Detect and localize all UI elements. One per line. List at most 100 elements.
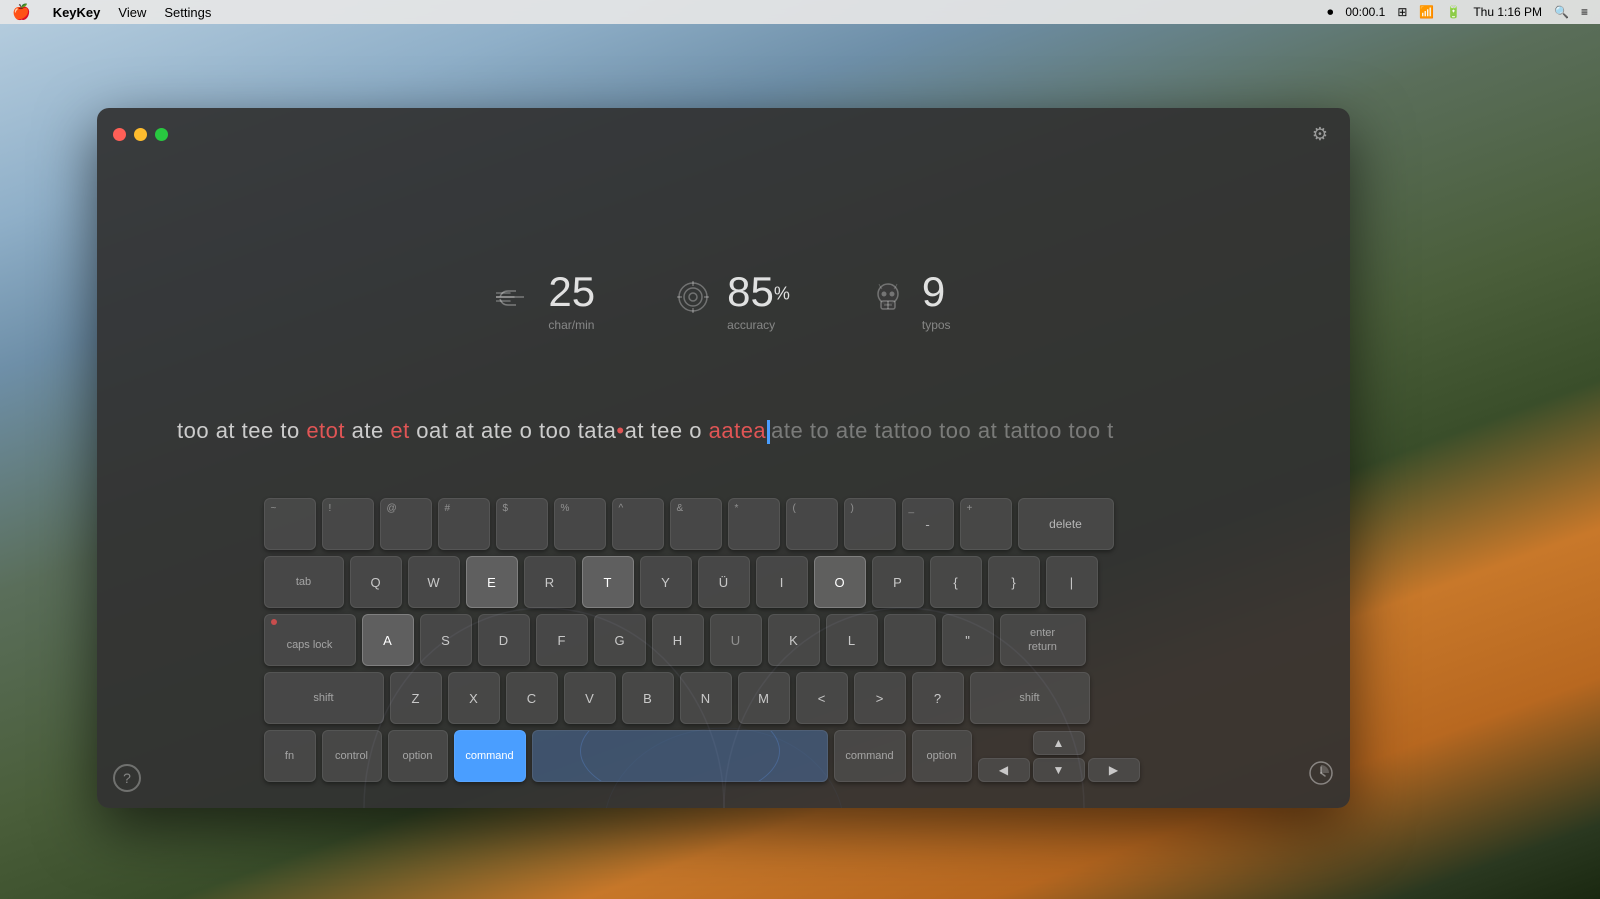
key-semicolon[interactable] [884,614,936,666]
key-shift-left[interactable]: shift [264,672,384,724]
key-enter[interactable]: enter return [1000,614,1086,666]
menu-view[interactable]: View [118,5,146,20]
key-q[interactable]: Q [350,556,402,608]
key-command-left[interactable]: command [454,730,526,782]
key-o[interactable]: O [814,556,866,608]
key-option-right[interactable]: option [912,730,972,782]
key-l[interactable]: L [826,614,878,666]
key-arrow-up[interactable]: ▲ [1033,731,1085,755]
qwerty-row: tab Q W E R T Y Ü I O P { } | [264,556,1184,608]
timer-display: 00:00.1 [1345,5,1385,19]
battery-icon: 🔋 [1446,5,1461,19]
maximize-button[interactable] [155,128,168,141]
key-y[interactable]: Y [640,556,692,608]
key-fn[interactable]: fn [264,730,316,782]
key-v[interactable]: V [564,672,616,724]
key-a[interactable]: A [362,614,414,666]
key-tab[interactable]: tab [264,556,344,608]
key-equals[interactable]: + [960,498,1012,550]
typos-value: 9 [922,268,951,316]
key-z[interactable]: Z [390,672,442,724]
key-lbracket[interactable]: { [930,556,982,608]
app-window: ⚙ 25 char/min [97,108,1350,808]
help-button[interactable]: ? [113,764,141,792]
close-button[interactable] [113,128,126,141]
typos-stat: 9 typos [870,268,951,332]
list-icon[interactable]: ≡ [1581,5,1588,19]
record-icon: ⏺ [1327,5,1333,20]
key-i[interactable]: I [756,556,808,608]
key-space[interactable] [532,730,828,782]
key-period[interactable]: > [854,672,906,724]
asdf-row: caps lock A S D F G H U K L " enter retu… [264,614,1184,666]
key-2[interactable]: @ [380,498,432,550]
key-0[interactable]: ) [844,498,896,550]
key-arrow-left[interactable]: ◀ [978,758,1030,782]
typos-label: typos [922,318,951,332]
key-tilde[interactable]: ~ [264,498,316,550]
typos-icon [870,279,906,322]
menu-settings[interactable]: Settings [164,5,211,20]
key-3[interactable]: # [438,498,490,550]
key-command-right[interactable]: command [834,730,906,782]
accuracy-value: 85% [727,268,790,316]
key-d[interactable]: D [478,614,530,666]
key-j[interactable]: U [710,614,762,666]
accuracy-icon [675,279,711,322]
key-arrow-down[interactable]: ▼ [1033,758,1085,782]
accuracy-stat: 85% accuracy [675,268,790,332]
app-name[interactable]: KeyKey [53,5,101,20]
key-shift-right[interactable]: shift [970,672,1090,724]
key-p[interactable]: P [872,556,924,608]
key-b[interactable]: B [622,672,674,724]
stats-area: 25 char/min 85% [97,268,1350,332]
key-delete[interactable]: delete [1018,498,1114,550]
zxcv-row: shift Z X C V B N M < > ? shift [264,672,1184,724]
cursor [767,420,770,444]
key-x[interactable]: X [448,672,500,724]
key-capslock[interactable]: caps lock [264,614,356,666]
number-row: ~ ! @ # $ % ^ & * [264,498,1184,550]
key-h[interactable]: H [652,614,704,666]
key-rbracket[interactable]: } [988,556,1040,608]
key-control[interactable]: control [322,730,382,782]
key-arrow-right[interactable]: ▶ [1088,758,1140,782]
key-slash[interactable]: ? [912,672,964,724]
key-8[interactable]: * [728,498,780,550]
key-9[interactable]: ( [786,498,838,550]
error-text: etot [306,418,345,443]
key-e[interactable]: E [466,556,518,608]
key-4[interactable]: $ [496,498,548,550]
gear-button[interactable]: ⚙ [1306,120,1334,148]
search-icon[interactable]: 🔍 [1554,5,1569,19]
typed-text: too at tee to [177,418,306,443]
datetime-display: Thu 1:16 PM [1473,5,1542,19]
key-option-left[interactable]: option [388,730,448,782]
key-pipe[interactable]: | [1046,556,1098,608]
key-c[interactable]: C [506,672,558,724]
clock-button[interactable] [1308,760,1334,792]
key-t[interactable]: T [582,556,634,608]
key-g[interactable]: G [594,614,646,666]
speed-value: 25 [548,268,595,316]
key-n[interactable]: N [680,672,732,724]
key-k[interactable]: K [768,614,820,666]
key-quote[interactable]: " [942,614,994,666]
minimize-button[interactable] [134,128,147,141]
apple-menu[interactable]: 🍎 [12,3,31,21]
key-5[interactable]: % [554,498,606,550]
key-1[interactable]: ! [322,498,374,550]
key-r[interactable]: R [524,556,576,608]
key-s[interactable]: S [420,614,472,666]
key-7[interactable]: & [670,498,722,550]
keyboard: ~ ! @ # $ % ^ & * [264,498,1184,788]
traffic-lights [113,128,168,141]
speed-icon [496,283,532,318]
key-6[interactable]: ^ [612,498,664,550]
key-m[interactable]: M [738,672,790,724]
key-minus[interactable]: _ - [902,498,954,550]
key-u[interactable]: Ü [698,556,750,608]
key-w[interactable]: W [408,556,460,608]
key-f[interactable]: F [536,614,588,666]
key-comma[interactable]: < [796,672,848,724]
